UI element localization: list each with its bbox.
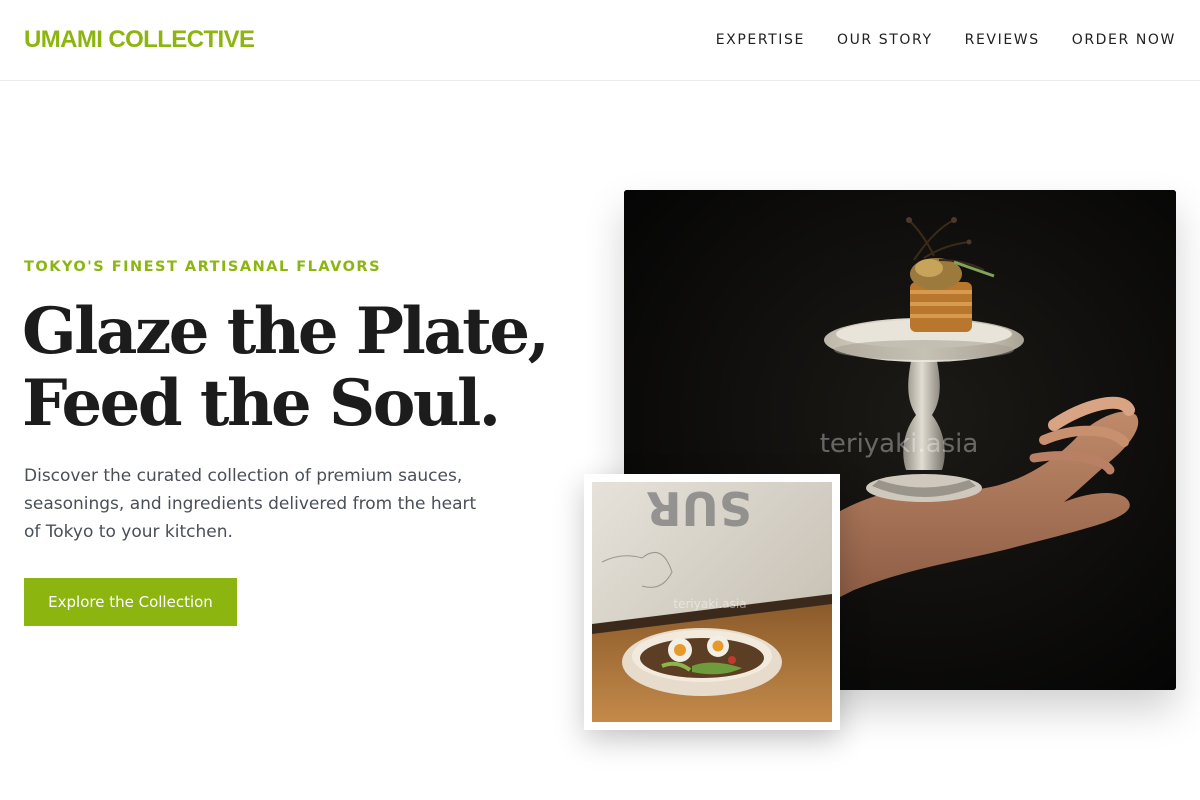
nav-item-order-now[interactable]: ORDER NOW xyxy=(1072,31,1176,49)
main-nav: EXPERTISE OUR STORY REVIEWS ORDER NOW xyxy=(716,31,1176,49)
nav-item-expertise[interactable]: EXPERTISE xyxy=(716,31,805,49)
window-lettering: SUR xyxy=(646,482,752,535)
site-header: UMAMI COLLECTIVE EXPERTISE OUR STORY REV… xyxy=(0,0,1200,81)
explore-collection-button[interactable]: Explore the Collection xyxy=(24,578,237,626)
inset-photo-watermark: teriyaki.asia xyxy=(673,597,746,611)
nav-item-our-story[interactable]: OUR STORY xyxy=(837,31,933,49)
inset-photo-frame: SUR teriyaki.asia xyxy=(584,474,840,730)
main-photo-watermark: teriyaki.asia xyxy=(820,429,979,459)
nav-item-reviews[interactable]: REVIEWS xyxy=(965,31,1040,49)
hero-description: Discover the curated collection of premi… xyxy=(24,466,477,542)
hero-headline-line-2: Feed the Soul. xyxy=(22,366,501,441)
hero-headline-line-1: Glaze the Plate, xyxy=(22,294,550,369)
hero-headline: Glaze the Plate, Feed the Soul. xyxy=(22,294,550,441)
brand-logo[interactable]: UMAMI COLLECTIVE xyxy=(24,26,255,54)
hero-eyebrow: TOKYO'S FINEST ARTISANAL FLAVORS xyxy=(24,259,382,275)
bowl-on-counter-photo: SUR teriyaki.asia xyxy=(592,482,832,722)
